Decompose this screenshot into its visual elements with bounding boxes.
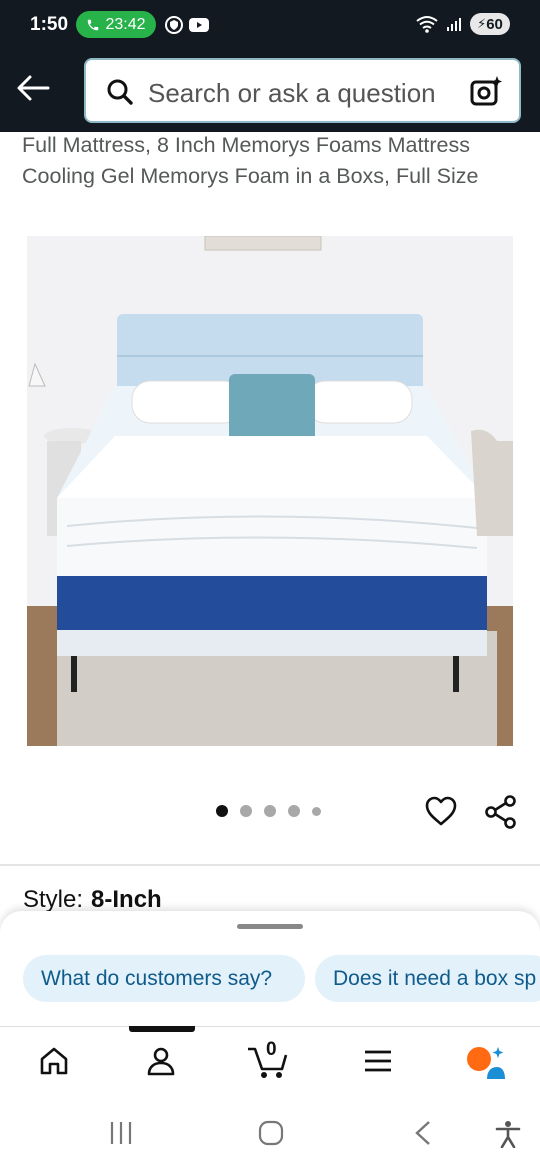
image-carousel-dots [216, 805, 321, 817]
status-time: 1:50 [30, 14, 69, 35]
carousel-dot[interactable] [240, 805, 252, 817]
signal-icon [447, 18, 461, 31]
home-button-icon[interactable] [258, 1120, 284, 1146]
search-icon [107, 79, 133, 105]
phone-icon [88, 19, 99, 30]
sheet-grabber[interactable] [237, 924, 303, 929]
back-chevron-icon[interactable] [412, 1120, 436, 1146]
carousel-dot[interactable] [216, 805, 228, 817]
active-tab-indicator [129, 1026, 195, 1032]
search-bar[interactable]: Search or ask a question [84, 58, 521, 123]
menu-icon[interactable] [362, 1045, 394, 1077]
carousel-dot[interactable] [288, 805, 300, 817]
share-icon[interactable] [484, 795, 518, 829]
section-divider [0, 864, 540, 866]
system-status-icons: ⚡ 60 [416, 13, 510, 35]
suggestions-sheet: What do customers say? Does it need a bo… [0, 911, 540, 1027]
carousel-dot[interactable] [312, 806, 321, 816]
battery-indicator: ⚡ 60 [470, 13, 510, 35]
accessibility-icon[interactable] [494, 1120, 522, 1148]
search-input[interactable]: Search or ask a question [148, 78, 436, 109]
mattress-illustration [27, 236, 513, 746]
suggestion-chip[interactable]: What do customers say? [23, 955, 305, 1002]
cart-count: 0 [266, 1039, 277, 1060]
home-icon[interactable] [38, 1045, 70, 1077]
app-header: Search or ask a question [0, 50, 540, 132]
suggestion-chip[interactable]: Does it need a box sp [315, 955, 540, 1002]
heart-icon[interactable] [424, 795, 458, 827]
style-selector[interactable]: Style: 8-Inch [23, 886, 162, 914]
youtube-icon [189, 18, 209, 32]
bolt-icon: ⚡ [477, 16, 487, 31]
cart-button[interactable]: 0 [246, 1039, 290, 1081]
wifi-icon [416, 16, 438, 33]
notification-icons [164, 15, 210, 35]
battery-level: 60 [486, 15, 503, 33]
carousel-dot[interactable] [264, 805, 276, 817]
status-bar: 1:50 23:42 ⚡ 60 [0, 0, 540, 50]
product-image[interactable] [27, 236, 513, 746]
call-timer: 23:42 [105, 15, 146, 33]
recent-apps-icon[interactable] [108, 1120, 134, 1146]
account-icon[interactable] [145, 1045, 177, 1077]
product-title[interactable]: Full Mattress, 8 Inch Memorys Foams Matt… [22, 130, 522, 192]
system-nav-bar [0, 1098, 540, 1170]
style-label: Style: [23, 886, 84, 913]
bottom-nav: 0 [0, 1026, 540, 1098]
back-arrow-icon[interactable] [16, 74, 50, 102]
style-value: 8-Inch [91, 886, 162, 913]
call-pill[interactable]: 23:42 [76, 11, 156, 38]
camera-lens-icon[interactable] [469, 75, 503, 107]
shield-icon [165, 16, 183, 34]
rufus-icon[interactable] [465, 1045, 505, 1081]
